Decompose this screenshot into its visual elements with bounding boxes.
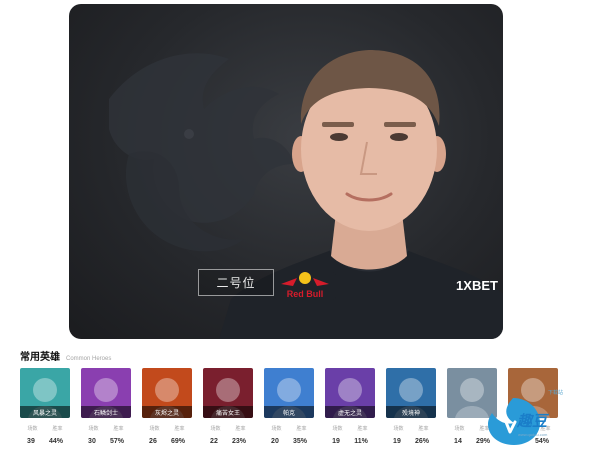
- games-value: 14: [454, 438, 462, 445]
- hero-portrait: 帕克: [264, 368, 314, 418]
- games-label: 场数: [27, 426, 38, 432]
- winrate-label: 胜率: [113, 426, 124, 432]
- games-value: 30: [88, 438, 96, 445]
- winrate-value: 35%: [292, 438, 307, 445]
- winrate-value: 69%: [170, 438, 185, 445]
- games-label: 场数: [88, 426, 99, 432]
- games-label: 场数: [332, 426, 343, 432]
- winrate-value: 57%: [109, 438, 124, 445]
- hero-name: 灰烬之灵: [142, 406, 192, 418]
- hero-name: 风暴之灵: [20, 406, 70, 418]
- role-badge: 二号位: [198, 269, 274, 296]
- games-label: 场数: [454, 426, 465, 432]
- 1xbet-logo: 1XBET: [456, 278, 498, 293]
- games-value: 19: [393, 438, 401, 445]
- svg-text:Red Bull: Red Bull: [287, 289, 324, 299]
- games-value: 19: [332, 438, 340, 445]
- hero-portrait: 痛苦女王: [203, 368, 253, 418]
- games-value: 26: [149, 438, 157, 445]
- games-label: 场数: [393, 426, 404, 432]
- hero-list: 风暴之灵 场数 胜率 39 44% 石鳞剑士 场数 胜率 30 57% 灰烬之灵 场数 胜…: [20, 368, 558, 445]
- hero-portrait: 风暴之灵: [20, 368, 70, 418]
- winrate-value: 44%: [48, 438, 63, 445]
- heroes-section-header: 常用英雄 Common Heroes: [20, 348, 111, 363]
- hero-card[interactable]: 风暴之灵 场数 胜率 39 44%: [20, 368, 70, 445]
- winrate-value: 23%: [231, 438, 246, 445]
- winrate-label: 胜率: [52, 426, 63, 432]
- games-label: 场数: [210, 426, 221, 432]
- winrate-label: 胜率: [357, 426, 368, 432]
- hero-card[interactable]: 痛苦女王 场数 胜率 22 23%: [203, 368, 253, 445]
- hero-portrait: 石鳞剑士: [81, 368, 131, 418]
- games-label: 场数: [271, 426, 282, 432]
- hero-portrait: 殁境神: [386, 368, 436, 418]
- winrate-label: 胜率: [235, 426, 246, 432]
- winrate-value: 26%: [414, 438, 429, 445]
- site-watermark: 下载站 趣豆 www.qudou.com: [484, 388, 601, 451]
- hero-name: 痛苦女王: [203, 406, 253, 418]
- section-title: 常用英雄: [20, 352, 60, 363]
- player-card: Red Bull 1XBET 二号位: [69, 4, 503, 339]
- winrate-label: 胜率: [174, 426, 185, 432]
- hero-card[interactable]: 石鳞剑士 场数 胜率 30 57%: [81, 368, 131, 445]
- hero-card[interactable]: 帕克 场数 胜率 20 35%: [264, 368, 314, 445]
- hero-portrait: 灰烬之灵: [142, 368, 192, 418]
- games-value: 39: [27, 438, 35, 445]
- winrate-value: 11%: [354, 438, 368, 445]
- hero-card[interactable]: 灰烬之灵 场数 胜率 26 69%: [142, 368, 192, 445]
- hero-name: 殁境神: [386, 406, 436, 418]
- games-value: 20: [271, 438, 279, 445]
- watermark-text: 趣豆: [517, 413, 548, 430]
- games-value: 22: [210, 438, 218, 445]
- hero-portrait: 虚无之灵: [325, 368, 375, 418]
- section-subtitle: Common Heroes: [66, 356, 112, 362]
- winrate-label: 胜率: [418, 426, 429, 432]
- hero-card[interactable]: 虚无之灵 场数 胜率 19 11%: [325, 368, 375, 445]
- hero-card[interactable]: 殁境神 场数 胜率 19 26%: [386, 368, 436, 445]
- hero-name: 虚无之灵: [325, 406, 375, 418]
- hero-name: 帕克: [264, 406, 314, 418]
- winrate-label: 胜率: [296, 426, 307, 432]
- watermark-url: www.qudou.com: [518, 432, 548, 437]
- redbull-logo: Red Bull: [274, 272, 336, 300]
- hero-name: 石鳞剑士: [81, 406, 131, 418]
- games-label: 场数: [149, 426, 160, 432]
- watermark-tag: 下载站: [548, 390, 564, 396]
